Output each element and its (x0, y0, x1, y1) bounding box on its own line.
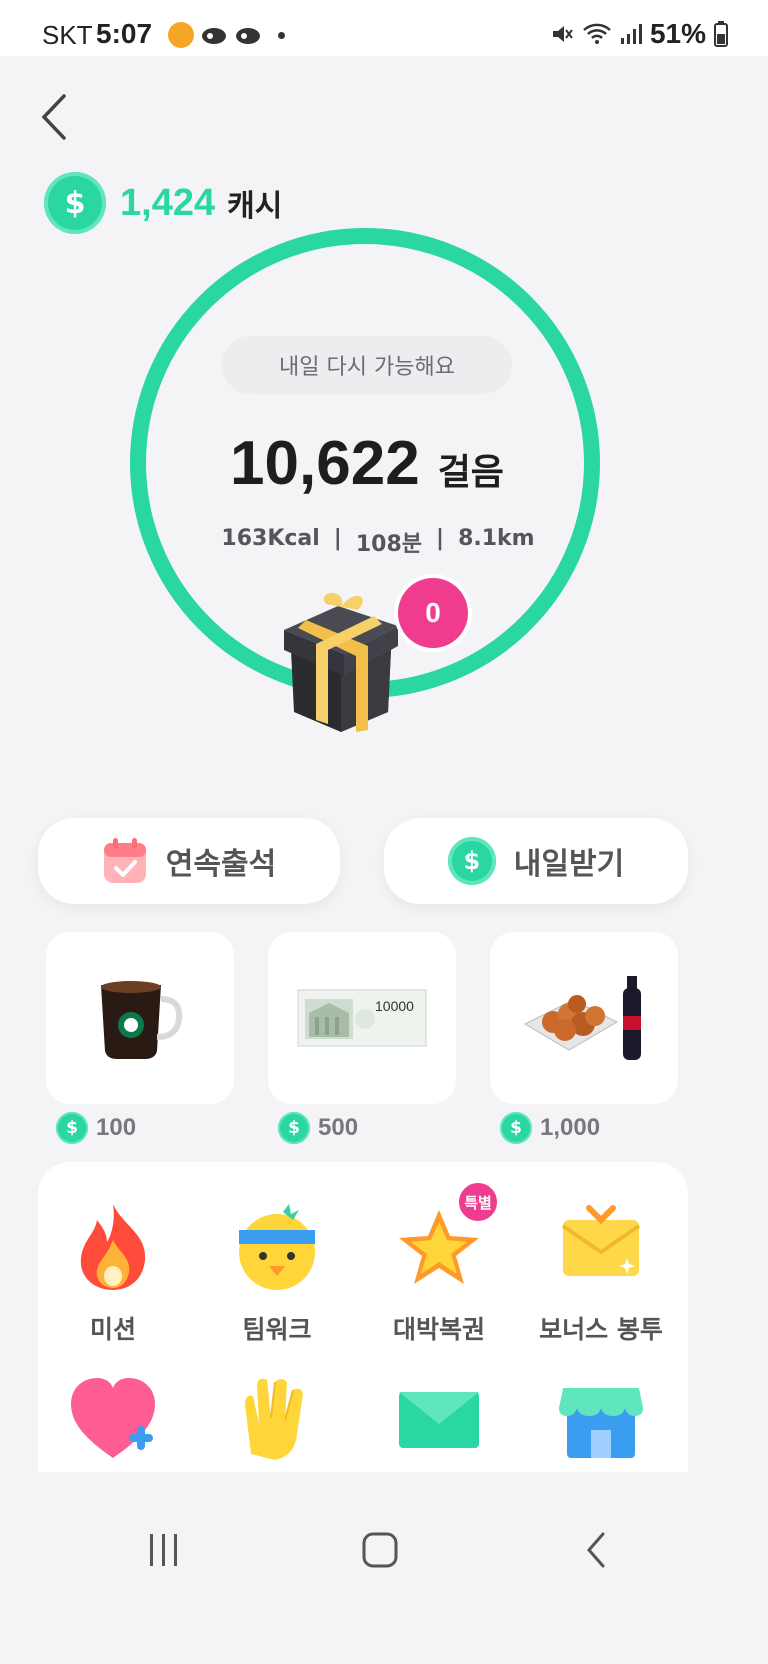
cash-unit: 캐시 (227, 189, 283, 224)
recent-apps-button[interactable] (124, 1520, 204, 1580)
calendar-check-icon (103, 838, 146, 883)
reward-card-voucher[interactable]: 10000 (268, 932, 456, 1104)
price-coffee: $ 100 (56, 1112, 136, 1144)
menu-label: 보너스 봉투 (539, 1315, 663, 1344)
system-back-button[interactable] (556, 1520, 636, 1580)
step-unit: 걸음 (437, 452, 504, 493)
chevron-left-icon (41, 94, 66, 140)
mute-icon (552, 26, 573, 42)
cash-balance: $ 1,424 캐시 (44, 172, 282, 234)
fire-icon (80, 1204, 146, 1290)
stat-separator: | (436, 526, 445, 551)
app-notification-icon (168, 22, 194, 48)
price-voucher: $ 500 (278, 1112, 358, 1144)
carrier-label: SKT (42, 20, 93, 50)
menu-item-bonus-envelope[interactable]: 보너스 봉투 (526, 1200, 676, 1346)
step-stats: 163Kcal | 108분 | 8.1km (0, 526, 762, 558)
menu-label: 대박복권 (392, 1315, 485, 1344)
back-button[interactable] (34, 90, 78, 144)
menu-item-store[interactable] (526, 1374, 676, 1466)
coin-icon: $ (447, 837, 496, 885)
coin-icon: $ (44, 172, 106, 234)
step-count-row: 10,622 걸음 (0, 428, 768, 499)
reward-card-coffee[interactable] (46, 932, 234, 1104)
battery-percent: 51% (649, 18, 706, 49)
wifi-icon (583, 23, 611, 44)
battery-icon (714, 21, 728, 47)
chick-headband-icon (239, 1204, 315, 1290)
price-value: 100 (96, 1114, 137, 1141)
recent-apps-icon (150, 1534, 177, 1566)
cloud-notification-icon (202, 28, 226, 44)
menu-label: 미션 (89, 1315, 136, 1344)
menu-item-mail[interactable] (364, 1374, 514, 1466)
clapping-hands-icon (245, 1378, 303, 1460)
voucher-amount: 10000 (375, 998, 414, 1014)
gift-box-button[interactable] (276, 584, 406, 734)
receive-tomorrow-button[interactable]: $ 내일받기 (384, 818, 688, 904)
menu-item-lottery[interactable]: 특별 대박복권 (364, 1180, 514, 1346)
home-button[interactable] (340, 1520, 420, 1580)
mail-icon (399, 1392, 479, 1448)
chevron-left-icon (587, 1532, 605, 1568)
system-nav-bar (0, 1472, 768, 1664)
menu-label: 팀워크 (242, 1315, 312, 1344)
menu-grid: 미션 팀워크 특별 대박복권 보너스 봉투 (38, 1162, 688, 1502)
stat-separator: | (333, 526, 342, 551)
receive-tomorrow-label: 내일받기 (513, 847, 625, 882)
special-badge: 특별 (456, 1180, 500, 1224)
chicken-cola-icon (523, 976, 641, 1060)
attendance-button[interactable]: 연속출석 (38, 818, 340, 904)
menu-item-heart[interactable] (38, 1374, 188, 1466)
screen: SKT 5:07 51% $ 1,424 캐시 내일 다시 가능해요 10,62… (0, 0, 768, 1664)
cloud-notification-icon-2 (236, 28, 260, 44)
store-icon (559, 1388, 643, 1458)
status-bar: SKT 5:07 51% (0, 0, 768, 56)
signal-icon (620, 24, 642, 44)
menu-item-clap[interactable] (202, 1374, 352, 1466)
menu-item-mission[interactable]: 미션 (38, 1200, 188, 1346)
coin-icon: $ (500, 1112, 532, 1144)
gift-count-badge: 0 (398, 578, 468, 648)
menu-item-teamwork[interactable]: 팀워크 (202, 1200, 352, 1346)
minutes-value: 108분 (355, 532, 423, 557)
coin-icon: $ (278, 1112, 310, 1144)
step-count: 10,622 (230, 429, 420, 498)
more-notifications-dot (278, 31, 285, 39)
gift-box-icon (284, 593, 398, 732)
clock: 5:07 (96, 18, 153, 49)
voucher-bill-icon: 10000 (297, 989, 427, 1047)
coffee-mug-icon (101, 981, 183, 1059)
price-value: 500 (318, 1114, 359, 1141)
reward-card-chicken[interactable] (490, 932, 678, 1104)
retry-message: 내일 다시 가능해요 (222, 336, 512, 394)
price-chicken: $ 1,000 (500, 1112, 600, 1144)
notification-icons (168, 22, 285, 48)
distance-value: 8.1km (458, 526, 535, 551)
price-value: 1,000 (540, 1114, 601, 1141)
gift-envelope-icon (561, 1205, 641, 1276)
coin-icon: $ (56, 1112, 88, 1144)
heart-plus-icon (71, 1378, 155, 1458)
cash-amount: 1,424 (120, 181, 216, 224)
home-icon (362, 1532, 398, 1568)
system-status: 51% (550, 18, 728, 50)
attendance-label: 연속출석 (165, 847, 277, 882)
calories-value: 163Kcal (221, 526, 320, 551)
